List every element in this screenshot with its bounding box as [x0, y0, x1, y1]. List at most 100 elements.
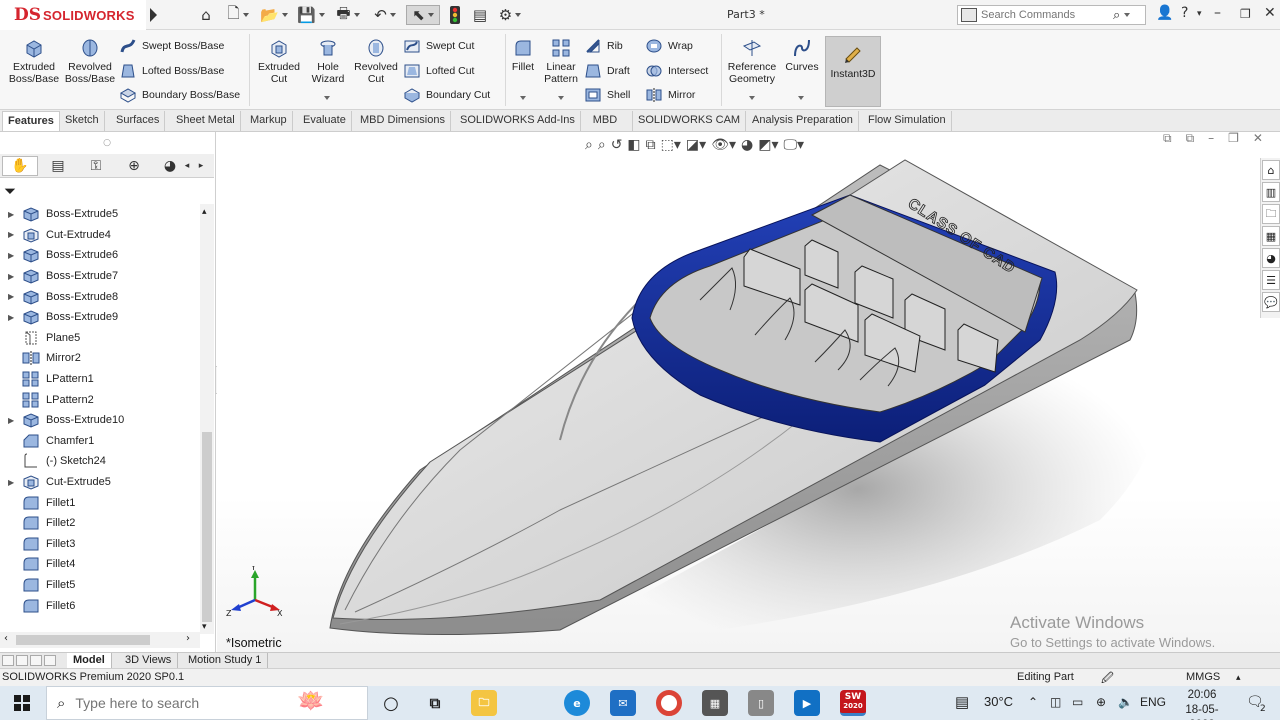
tree-item[interactable]: ▶ Boss-Extrude10	[0, 410, 200, 431]
tree-item[interactable]: Fillet2	[0, 513, 200, 534]
usb-app-icon[interactable]: ▯	[748, 690, 774, 716]
scroll-down-icon[interactable]: ▾	[202, 622, 207, 632]
tree-item[interactable]: LPattern2	[0, 389, 200, 410]
edge-browser-icon[interactable]: e	[564, 690, 590, 716]
edit-appearance-icon[interactable]: ◕	[741, 137, 753, 153]
tree-item[interactable]: Plane5	[0, 328, 200, 349]
search-icon[interactable]: ⌕	[1113, 8, 1120, 23]
task-view-icon[interactable]: ⧉	[422, 690, 448, 716]
chrome-icon[interactable]	[656, 690, 682, 716]
solidworks-taskbar-icon[interactable]: SW 2020	[840, 690, 866, 716]
tab-solidworks-cam[interactable]: SOLIDWORKS CAM	[633, 111, 747, 131]
intersect-button[interactable]: Intersect	[646, 63, 708, 79]
dimxpert-tab-icon[interactable]: ⊕	[116, 156, 152, 176]
linear-pattern-dropdown-icon[interactable]	[558, 96, 564, 100]
volume-icon[interactable]: 🔈	[1118, 695, 1133, 709]
file-explorer-icon[interactable]: 🗀	[471, 690, 497, 716]
tab-motion-study[interactable]: Motion Study 1	[182, 653, 269, 668]
units-dropdown-icon[interactable]: ▴	[1236, 672, 1241, 683]
custom-properties-icon[interactable]: ☰	[1262, 270, 1280, 290]
mail-icon[interactable]: ✉	[610, 690, 636, 716]
design-library-icon[interactable]: ▥	[1262, 182, 1280, 202]
expand-arrow-icon[interactable]: ▶	[8, 272, 22, 281]
open-folder-icon[interactable]: 📂	[258, 5, 290, 25]
options-gear-icon[interactable]: ⚙	[494, 5, 526, 25]
scroll-thumb[interactable]	[16, 635, 150, 645]
tab-3d-views[interactable]: 3D Views	[119, 653, 179, 668]
previous-view-icon[interactable]: ↺	[611, 137, 623, 153]
tree-horizontal-scrollbar[interactable]: ‹ ›	[0, 632, 200, 648]
first-tab-icon[interactable]	[2, 655, 14, 666]
tree-item[interactable]: (-) Sketch24	[0, 451, 200, 472]
print-icon[interactable]: 🖶	[332, 4, 364, 25]
swept-cut-button[interactable]: Swept Cut	[404, 38, 474, 54]
lofted-cut-button[interactable]: Lofted Cut	[404, 63, 474, 79]
scroll-left-icon[interactable]: ‹	[4, 633, 8, 644]
zoom-to-area-icon[interactable]: ⌕	[598, 137, 606, 153]
previous-tab-icon[interactable]	[16, 655, 28, 666]
panel-grip-icon[interactable]: ○	[0, 132, 214, 154]
restore-icon[interactable]: ❐	[1240, 7, 1251, 21]
user-icon[interactable]: 👤	[1156, 5, 1173, 21]
graphics-minimize-icon[interactable]: –	[1208, 132, 1214, 146]
tree-item[interactable]: LPattern1	[0, 369, 200, 390]
tree-item[interactable]: Fillet6	[0, 595, 200, 616]
network-globe-icon[interactable]: ⊕	[1096, 695, 1106, 709]
fillet-button[interactable]: Fillet	[508, 36, 538, 73]
input-language[interactable]: ENG	[1140, 695, 1166, 709]
graphics-area[interactable]: CLASS OF CAD ⌕ ⌕ ↺ ◧ ⧉ ⬚▾ ◪▾ 👁▾ ◕ ◩▾ 🖵▾	[217, 132, 1280, 652]
search-dropdown-icon[interactable]	[1124, 13, 1131, 17]
search-scope-icon[interactable]	[961, 8, 977, 22]
next-tab-icon[interactable]	[30, 655, 42, 666]
tree-item[interactable]: ▶ Cut-Extrude5	[0, 472, 200, 493]
appearances-icon[interactable]: ◕	[1262, 248, 1280, 268]
taskbar-search[interactable]: ⌕ 🪷	[46, 686, 368, 720]
tree-item[interactable]: Mirror2	[0, 348, 200, 369]
expand-arrow-icon[interactable]: ▶	[8, 230, 22, 239]
display-style-icon[interactable]: ◪▾	[686, 137, 706, 153]
tile-left-icon[interactable]: ⧉	[1163, 132, 1172, 146]
media-player-icon[interactable]: ▶	[794, 690, 820, 716]
tree-item[interactable]: ▶ Boss-Extrude8	[0, 286, 200, 307]
apply-scene-icon[interactable]: ◩▾	[758, 137, 778, 153]
tree-vertical-scrollbar[interactable]: ▴ ▾	[200, 204, 214, 634]
unit-system[interactable]: MMGS	[1186, 671, 1220, 683]
scroll-right-icon[interactable]: ›	[186, 633, 190, 644]
battery-icon[interactable]: ▭	[1072, 695, 1083, 709]
cortana-icon[interactable]: ○	[378, 690, 404, 716]
expand-arrow-icon[interactable]: ▶	[8, 210, 22, 219]
weather-icon[interactable]: ▤	[955, 693, 969, 711]
property-manager-tab-icon[interactable]: ▤	[40, 156, 76, 176]
undo-icon[interactable]: ↶	[369, 5, 401, 25]
curves-dropdown-icon[interactable]	[798, 96, 804, 100]
tab-scroll-right-icon[interactable]: ▸	[194, 156, 208, 176]
graphics-restore-icon[interactable]: ❐	[1228, 132, 1239, 146]
camera-icon[interactable]: ◫	[1050, 695, 1061, 709]
revolved-boss-base-button[interactable]: Revolved Boss/Base	[64, 36, 116, 85]
search-commands[interactable]: ⌕	[957, 5, 1146, 25]
mirror-button[interactable]: Mirror	[646, 87, 695, 103]
boundary-cut-button[interactable]: Boundary Cut	[404, 87, 490, 103]
file-properties-icon[interactable]: ▤	[470, 5, 490, 25]
tree-item[interactable]: Fillet5	[0, 575, 200, 596]
wrap-button[interactable]: Wrap	[646, 38, 693, 54]
linear-pattern-button[interactable]: Linear Pattern	[542, 36, 580, 85]
taskbar-search-input[interactable]	[75, 695, 296, 711]
boat-model[interactable]: CLASS OF CAD	[217, 132, 1280, 652]
extruded-boss-base-button[interactable]: Extruded Boss/Base	[8, 36, 60, 85]
swept-boss-base-button[interactable]: Swept Boss/Base	[120, 38, 224, 54]
extruded-cut-button[interactable]: Extruded Cut	[254, 36, 304, 85]
tab-surfaces[interactable]: Surfaces	[111, 111, 166, 131]
reference-geometry-button[interactable]: Reference Geometry	[724, 36, 780, 85]
hole-wizard-dropdown-icon[interactable]	[324, 96, 330, 100]
calculator-icon[interactable]: ▦	[702, 690, 728, 716]
tab-features[interactable]: Features	[2, 111, 60, 131]
tree-item[interactable]: ▶ Boss-Extrude9	[0, 307, 200, 328]
solidworks-logo[interactable]: DS SOLIDWORKS	[0, 0, 146, 30]
reference-geometry-dropdown-icon[interactable]	[749, 96, 755, 100]
tab-mbd-dimensions[interactable]: MBD Dimensions	[355, 111, 451, 131]
tab-sheet-metal[interactable]: Sheet Metal	[171, 111, 241, 131]
scroll-up-icon[interactable]: ▴	[202, 207, 207, 217]
fillet-dropdown-icon[interactable]	[520, 96, 526, 100]
solidworks-forum-icon[interactable]: 💬	[1262, 292, 1280, 312]
